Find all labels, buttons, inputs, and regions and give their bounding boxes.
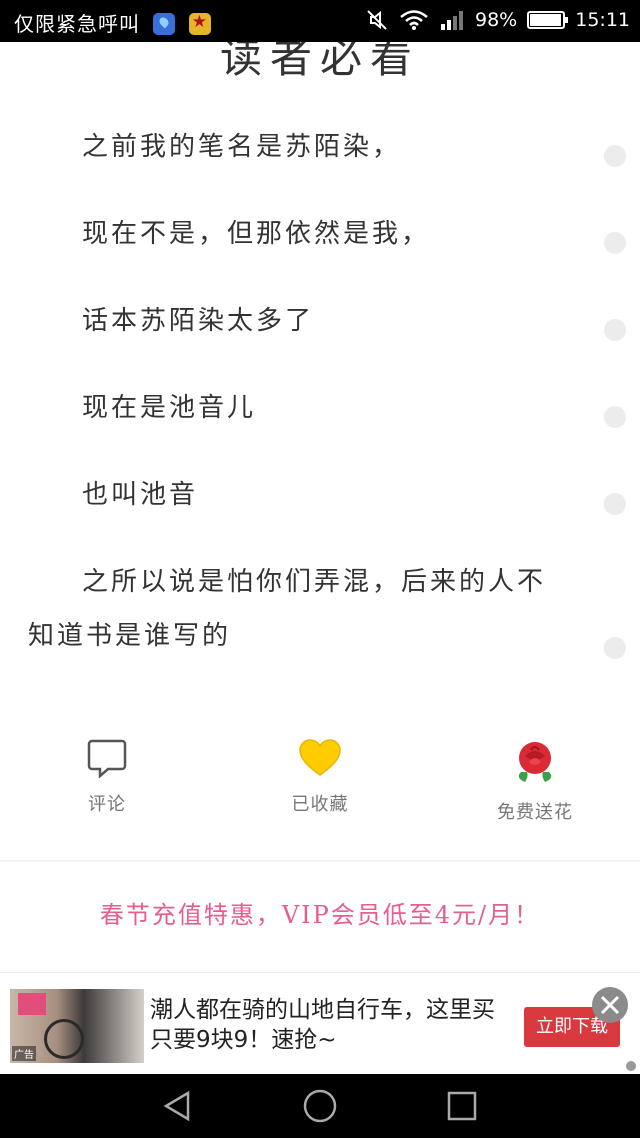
- signal-icon: [441, 11, 463, 30]
- send-flower-label: 免费送花: [497, 802, 573, 823]
- close-icon: [600, 995, 620, 1015]
- ad-info-icon[interactable]: [626, 1061, 636, 1071]
- recents-icon: [447, 1091, 477, 1121]
- heart-icon: [299, 739, 341, 776]
- ad-thumbnail: 广告: [10, 989, 144, 1063]
- home-button[interactable]: [302, 1088, 338, 1124]
- action-row: 评论 已收藏 免费送花: [0, 730, 640, 840]
- battery-percent: 98%: [475, 9, 518, 31]
- status-right: 98% 15:11: [365, 8, 630, 32]
- paragraph-text: 之前我的笔名是苏陌染，: [82, 132, 402, 162]
- paragraph-text: 也叫池音: [82, 480, 199, 510]
- ad-badge: [18, 993, 46, 1015]
- status-bar: 仅限紧急呼叫 98% 15:11: [0, 0, 640, 42]
- ad-close-button[interactable]: [592, 987, 628, 1023]
- divider: [0, 860, 640, 862]
- comment-button[interactable]: 评论: [37, 738, 177, 816]
- paragraph-comment-dot[interactable]: [604, 232, 626, 254]
- wifi-icon: [400, 10, 428, 30]
- status-left: 仅限紧急呼叫: [14, 8, 211, 37]
- paragraph: 现在是池音儿: [0, 381, 640, 435]
- map-pin-icon: [153, 12, 176, 35]
- paragraph-text: 现在不是，但那依然是我，: [82, 219, 431, 249]
- vip-promo-link[interactable]: 春节充值特惠，VIP会员低至4元/月！: [0, 895, 640, 930]
- star-badge-icon: [188, 12, 211, 35]
- carrier-text: 仅限紧急呼叫: [14, 12, 140, 36]
- ad-tag: 广告: [12, 1046, 36, 1061]
- ad-text: 潮人都在骑的山地自行车，这里买只要9块9！速抢~: [150, 997, 495, 1053]
- paragraph-comment-dot[interactable]: [604, 319, 626, 341]
- comment-label: 评论: [88, 794, 126, 815]
- favorite-button[interactable]: 已收藏: [250, 738, 390, 816]
- rose-icon: [518, 742, 552, 782]
- paragraph-text: 话本苏陌染太多了: [82, 306, 315, 336]
- navigation-bar: [0, 1074, 640, 1138]
- paragraph: 也叫池音: [0, 468, 640, 522]
- back-button[interactable]: [160, 1088, 196, 1124]
- back-icon: [163, 1090, 190, 1122]
- paragraph-text: 现在是池音儿: [82, 393, 257, 423]
- home-icon: [303, 1089, 337, 1123]
- clock: 15:11: [575, 9, 630, 31]
- paragraph-comment-dot[interactable]: [604, 406, 626, 428]
- paragraph-comment-dot[interactable]: [604, 493, 626, 515]
- speech-bubble-icon: [87, 739, 127, 778]
- paragraph-comment-dot[interactable]: [604, 637, 626, 659]
- paragraph: 之前我的笔名是苏陌染，: [0, 120, 640, 174]
- battery-icon: [527, 11, 569, 29]
- paragraph-text: 之所以说是怕你们弄混，后来的人不知道书是谁写的: [28, 567, 547, 651]
- favorite-label: 已收藏: [291, 794, 349, 815]
- paragraph: 之所以说是怕你们弄混，后来的人不知道书是谁写的: [0, 555, 640, 663]
- recents-button[interactable]: [444, 1088, 480, 1124]
- mute-icon: [367, 10, 387, 30]
- paragraph-comment-dot[interactable]: [604, 145, 626, 167]
- paragraph: 现在不是，但那依然是我，: [0, 207, 640, 261]
- paragraph: 话本苏陌染太多了: [0, 294, 640, 348]
- ad-banner[interactable]: 广告 潮人都在骑的山地自行车，这里买只要9块9！速抢~ 立即下载: [0, 972, 640, 1072]
- send-flower-button[interactable]: 免费送花: [465, 738, 605, 824]
- bicycle-wheel-icon: [44, 1019, 84, 1059]
- chapter-title: 读者必看: [219, 42, 420, 82]
